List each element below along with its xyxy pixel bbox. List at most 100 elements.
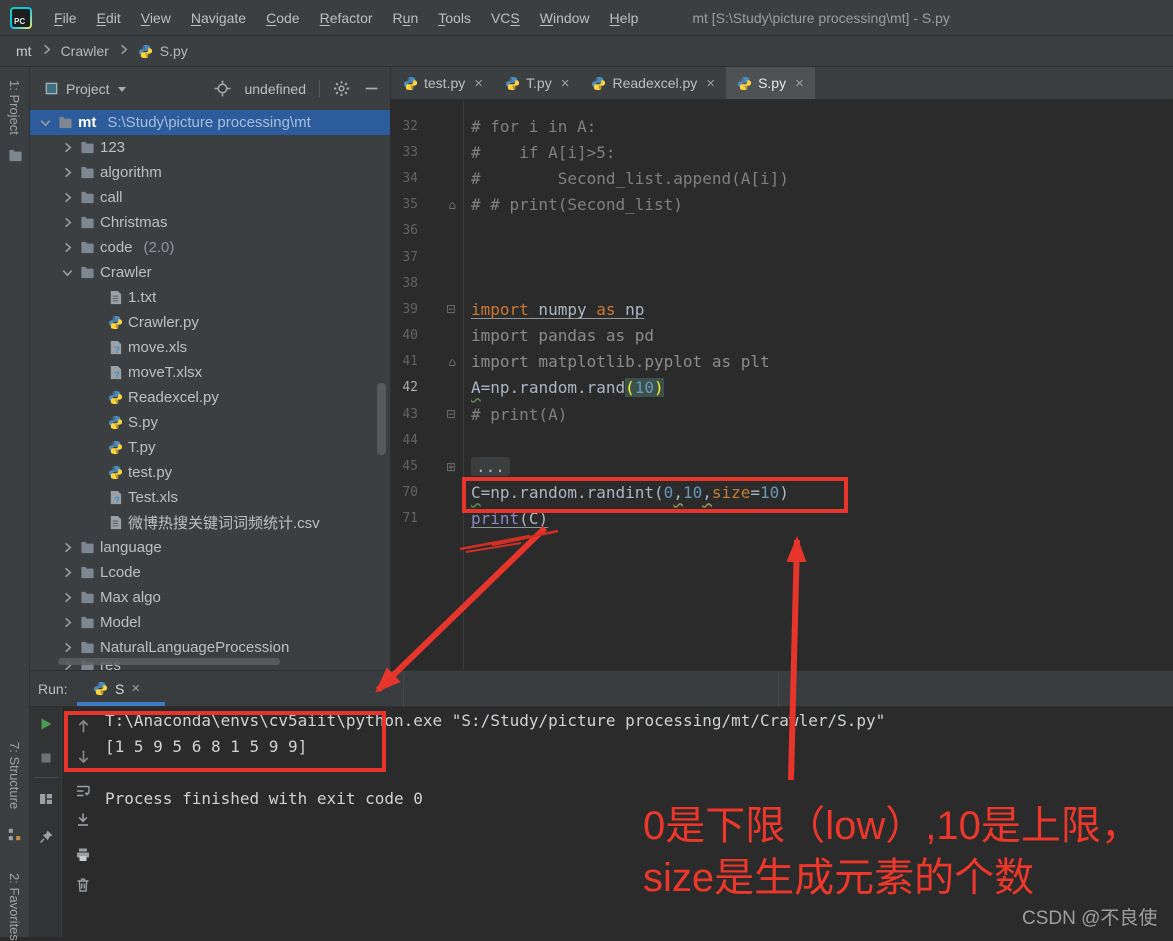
code-token: 10 [760,483,780,503]
menu-item-file[interactable]: File [44,7,87,29]
close-icon[interactable]: × [795,75,804,92]
tree-item-mt[interactable]: mt S:\Study\picture processing\mt [30,110,390,135]
tree-item-move-xls[interactable]: ? move.xls [30,335,390,360]
menu-item-tools[interactable]: Tools [428,7,481,29]
print-icon[interactable] [74,846,92,864]
breadcrumb-item-mt[interactable]: mt [16,43,32,59]
chevron-right-icon[interactable] [60,190,75,205]
tree-item-naturallanguageprocession[interactable]: NaturalLanguageProcession [30,635,390,660]
tree-item-test-xls[interactable]: ? Test.xls [30,485,390,510]
chevron-right-icon[interactable] [60,140,75,155]
close-icon[interactable]: × [131,680,140,697]
scroll-end-icon[interactable] [74,811,92,829]
tree-item-readexcel-py[interactable]: Readexcel.py [30,385,390,410]
python-file-icon [93,681,108,696]
fold-open-icon[interactable]: ⊟ [418,302,463,316]
menu-item-vcs[interactable]: VCS [481,7,530,29]
tree-item-crawler-py[interactable]: Crawler.py [30,310,390,335]
menu-item-edit[interactable]: Edit [87,7,131,29]
tree-item-t-py[interactable]: T.py [30,435,390,460]
tree-item-s-py[interactable]: S.py [30,410,390,435]
tab-t-py[interactable]: T.py × [494,67,580,99]
run-toolbar [30,707,62,937]
line-number: 41 [402,354,418,370]
tab-test-py[interactable]: test.py × [392,67,494,99]
fold-closed-icon[interactable]: ⊞ [418,460,463,474]
menu-item-refactor[interactable]: Refactor [310,7,383,29]
tool-window-button-structure[interactable]: 7: Structure [7,742,22,809]
region-icon[interactable]: ⌂ [418,355,463,369]
restore-layout-icon[interactable] [37,790,55,808]
tab-readexcel-py[interactable]: Readexcel.py × [580,67,726,99]
menu-item-run[interactable]: Run [383,7,429,29]
project-panel-title[interactable]: Project [66,81,110,97]
chevron-down-icon[interactable] [117,81,127,97]
pin-icon[interactable] [37,828,55,846]
hide-icon[interactable] [363,80,380,97]
chevron-right-icon[interactable] [60,240,75,255]
close-icon[interactable]: × [474,75,483,92]
clipped-code-line: ·- -— ·· —— ·-· ·· — · —- ··· - · [471,100,835,109]
tree-item-christmas[interactable]: Christmas [30,210,390,235]
chevron-right-icon[interactable] [60,165,75,180]
tool-window-button-favorites[interactable]: 2: Favorites [7,873,22,941]
tree-item-crawler[interactable]: Crawler [30,260,390,285]
menu-item-navigate[interactable]: Navigate [181,7,256,29]
tree-item-csv[interactable]: 微博热搜关键词词频统计.csv [30,510,390,535]
horizontal-scrollbar[interactable] [58,658,280,665]
tree-item-movet-xlsx[interactable]: ? moveT.xlsx [30,360,390,385]
console-line: T:\Anaconda\envs\cv5aiit\python.exe "S:/… [105,711,886,730]
chevron-right-icon[interactable] [60,615,75,630]
region-icon[interactable]: ⌂ [418,198,463,212]
chevron-right-icon[interactable] [60,590,75,605]
tree-item-algorithm[interactable]: algorithm [30,160,390,185]
line-number: 71 [402,511,418,527]
up-icon[interactable] [74,717,92,735]
code-line-39: 39 ⊟ import numpy as np [391,296,1173,322]
tree-item-1-txt[interactable]: 1.txt [30,285,390,310]
tree-item-label: language [100,539,162,556]
tree-item-max-algo[interactable]: Max algo [30,585,390,610]
run-icon[interactable] [37,715,55,733]
close-icon[interactable]: × [561,75,570,92]
chevron-down-icon[interactable] [60,265,75,280]
stop-icon[interactable] [37,749,55,767]
folder-icon [80,640,95,655]
settings-icon[interactable] [333,80,350,97]
breadcrumb-item-spy[interactable]: S.py [160,43,188,59]
tree-item-call[interactable]: call [30,185,390,210]
clear-icon[interactable] [74,876,92,894]
chevron-down-icon[interactable] [38,115,53,130]
code-token: # if A[i]>5: [471,142,616,162]
tree-item-test-py[interactable]: test.py [30,460,390,485]
tree-item-language[interactable]: language [30,535,390,560]
collapse-all-icon[interactable]: undefined [244,81,306,97]
breadcrumb-item-crawler[interactable]: Crawler [61,43,109,59]
code-text: # if A[i]>5: [463,143,616,162]
softwrap-icon[interactable] [74,782,92,800]
fold-open-icon[interactable]: ⊟ [418,407,463,421]
code-token: # print(A) [471,404,568,424]
chevron-right-icon[interactable] [60,215,75,230]
tree-item-lcode[interactable]: Lcode [30,560,390,585]
down-icon[interactable] [74,747,92,765]
menu-item-window[interactable]: Window [530,7,600,29]
code-text: # print(A) [463,405,567,424]
menu-item-help[interactable]: Help [600,7,649,29]
project-panel: Project undefined mt S:\Study\picture pro… [30,67,390,670]
tree-item-code[interactable]: code (2.0) [30,235,390,260]
tree-item-123[interactable]: 123 [30,135,390,160]
tool-window-button-project[interactable]: 1: Project [7,80,22,135]
tab-s-py[interactable]: S.py × [726,67,815,99]
chevron-right-icon[interactable] [60,540,75,555]
locate-icon[interactable] [214,80,231,97]
annotation-text: 0是下限（low）,10是上限， size是生成元素的个数 [643,800,1141,904]
tree-item-model[interactable]: Model [30,610,390,635]
chevron-right-icon[interactable] [60,565,75,580]
close-icon[interactable]: × [706,75,715,92]
vertical-scrollbar[interactable] [377,383,386,455]
menu-item-code[interactable]: Code [256,7,309,29]
menu-item-view[interactable]: View [131,7,181,29]
chevron-right-icon[interactable] [60,640,75,655]
